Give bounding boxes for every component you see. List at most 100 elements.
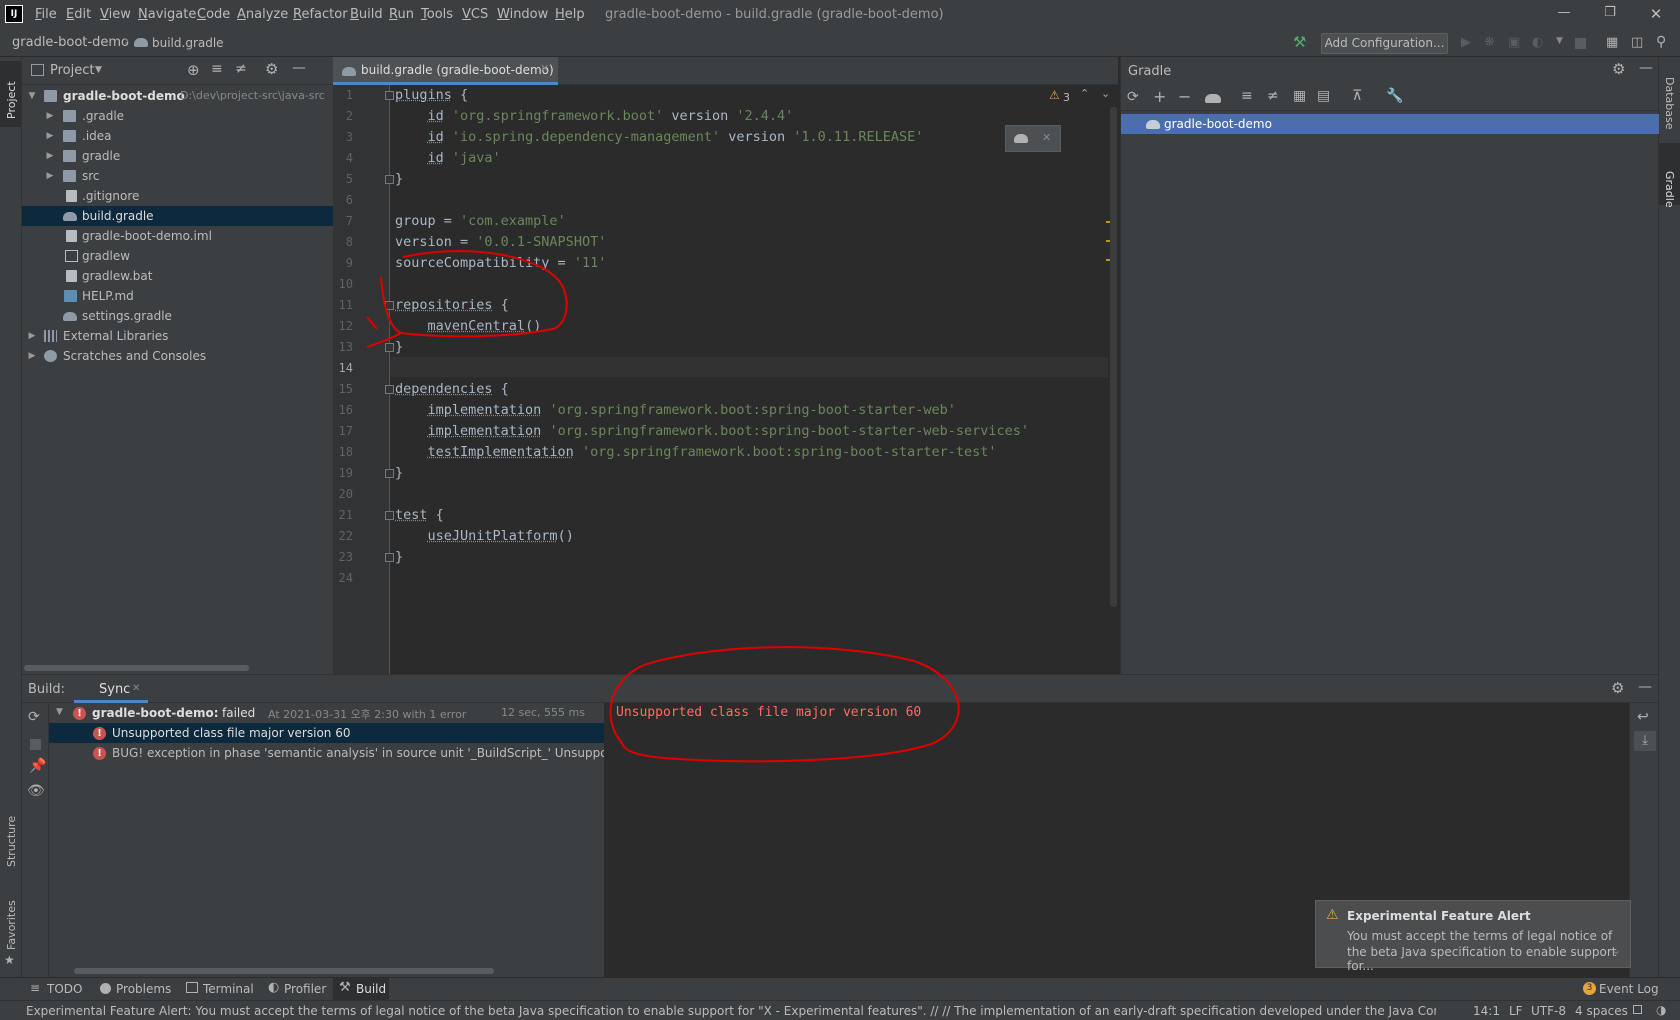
tree-external-libraries[interactable]: ▶ External Libraries (22, 326, 333, 346)
tree-item[interactable]: settings.gradle (22, 306, 333, 326)
structure-tool-label[interactable]: Structure (5, 816, 18, 867)
tree-root[interactable]: ▼ gradle-boot-demo D:\dev\project-src\ja… (22, 86, 333, 106)
offline-mode-icon[interactable]: ⊼ (1352, 88, 1362, 104)
line-separator[interactable]: LF (1509, 1004, 1523, 1018)
show-dependencies-icon[interactable]: ▤ (1317, 88, 1330, 104)
build-settings-wrench-icon[interactable]: 🔧 (1386, 88, 1403, 104)
minimize-icon[interactable]: — (1554, 5, 1574, 25)
notification-balloon[interactable]: ⚠ Experimental Feature Alert You must ac… (1315, 900, 1631, 973)
database-tool-label[interactable]: Database (1663, 77, 1676, 130)
profile-icon[interactable]: ◐ (1532, 35, 1543, 50)
tree-item[interactable]: gradle-boot-demo.iml (22, 226, 333, 246)
project-tool-label[interactable]: Project (5, 81, 18, 119)
menu-vcs[interactable]: VCS (462, 7, 488, 22)
build-error-row-selected[interactable]: ! Unsupported class file major version 6… (49, 723, 604, 743)
favorites-star-icon[interactable]: ★ (4, 953, 15, 967)
close-window-icon[interactable]: ✕ (1646, 5, 1666, 25)
build-hammer-icon[interactable]: ⚒ (1293, 33, 1306, 51)
collapse-all-icon[interactable]: ≠ (235, 61, 247, 77)
tree-item[interactable]: .gitignore (22, 186, 333, 206)
menu-view[interactable]: View (100, 7, 131, 22)
build-root-row[interactable]: ▼ ! gradle-boot-demo: failed At 2021-03-… (49, 703, 604, 723)
menu-refactor[interactable]: Refactor (293, 7, 348, 22)
breadcrumb-file[interactable]: build.gradle (152, 36, 224, 50)
chevron-down-icon[interactable]: ▼ (95, 65, 102, 75)
gear-icon[interactable]: ⚙ (265, 60, 278, 78)
breadcrumb-project[interactable]: gradle-boot-demo (12, 35, 129, 50)
menu-file[interactable]: File (35, 7, 57, 22)
locate-icon[interactable]: ⊕ (187, 61, 200, 79)
build-error-row[interactable]: ! BUG! exception in phase 'semantic anal… (49, 743, 604, 763)
search-icon[interactable]: ⚲ (1656, 34, 1666, 50)
tree-item[interactable]: gradlew.bat (22, 266, 333, 286)
debug-icon[interactable]: ❋ (1484, 35, 1495, 50)
lock-icon[interactable] (1633, 1005, 1642, 1014)
menu-code[interactable]: Code (197, 7, 230, 22)
collapsed-arrow-icon[interactable]: ▶ (44, 166, 56, 186)
coverage-icon[interactable]: ▣ (1508, 35, 1520, 50)
collapsed-arrow-icon[interactable]: ▶ (26, 326, 38, 346)
project-structure-icon[interactable]: ▦ (1606, 35, 1618, 50)
expanded-arrow-icon[interactable]: ▼ (26, 86, 38, 106)
group-modules-icon[interactable]: ▦ (1293, 88, 1306, 104)
caret-position[interactable]: 14:1 (1473, 1004, 1500, 1018)
app-logo[interactable]: IJ (5, 5, 23, 23)
tree-item[interactable]: HELP.md (22, 286, 333, 306)
run-icon[interactable]: ▶ (1461, 35, 1471, 50)
hide-panel-icon[interactable]: — (292, 60, 306, 76)
more-run-chevron-icon[interactable]: ▼ (1556, 36, 1563, 46)
tree-item[interactable]: ▶ .idea (22, 126, 333, 146)
favorites-tool-label[interactable]: Favorites (5, 900, 18, 950)
tab-build[interactable]: ⚒ Build (333, 978, 389, 1000)
reload-icon[interactable]: ⟳ (1127, 89, 1139, 105)
gradle-project-row[interactable]: gradle-boot-demo (1121, 114, 1659, 134)
tab-sync[interactable]: Sync ✕ (74, 675, 148, 703)
gear-icon[interactable]: ⚙ (1611, 679, 1624, 697)
tree-scratches[interactable]: ▶ Scratches and Consoles (22, 346, 333, 366)
collapsed-arrow-icon[interactable]: ▶ (26, 346, 38, 366)
menu-navigate[interactable]: Navigate (138, 7, 196, 22)
menu-run[interactable]: Run (389, 7, 414, 22)
eye-icon[interactable]: 👁 (27, 783, 45, 799)
tree-item[interactable]: ▶ gradle (22, 146, 333, 166)
restore-icon[interactable]: ❐ (1600, 5, 1620, 25)
tree-item[interactable]: ▶ src (22, 166, 333, 186)
menu-help[interactable]: Help (555, 7, 585, 22)
rerun-sync-icon[interactable]: ⟳ (28, 709, 40, 725)
scroll-to-end-icon[interactable]: ⤓ (1634, 731, 1656, 751)
collapsed-arrow-icon[interactable]: ▶ (44, 146, 56, 166)
project-view-selector[interactable]: Project (50, 63, 94, 78)
pin-icon[interactable]: 📌 (29, 758, 46, 774)
stop-icon[interactable] (30, 739, 41, 750)
expand-notification-icon[interactable]: ⌄ (1611, 943, 1621, 957)
expand-all-icon[interactable]: ≡ (1241, 88, 1253, 104)
add-configuration-button[interactable]: Add Configuration... (1321, 33, 1448, 54)
menu-tools[interactable]: Tools (421, 7, 453, 22)
menu-analyze[interactable]: Analyze (237, 7, 288, 22)
execute-task-icon[interactable] (1205, 94, 1221, 103)
hide-panel-icon[interactable]: — (1638, 679, 1652, 695)
horizontal-scrollbar[interactable] (24, 665, 249, 671)
menu-window[interactable]: Window (497, 7, 548, 22)
add-icon[interactable]: + (1153, 87, 1166, 106)
event-log-button[interactable]: 3 Event Log (1583, 978, 1673, 1000)
memory-indicator-icon[interactable]: ◑ (1656, 1003, 1666, 1017)
horizontal-scrollbar[interactable] (74, 968, 494, 974)
file-encoding[interactable]: UTF-8 (1531, 1004, 1566, 1018)
tree-item[interactable]: ▶ .gradle (22, 106, 333, 126)
hide-panel-icon[interactable]: — (1639, 60, 1653, 76)
close-tab-icon[interactable]: ✕ (132, 683, 140, 694)
stop-icon[interactable] (1575, 38, 1586, 49)
collapsed-arrow-icon[interactable]: ▶ (44, 106, 56, 126)
soft-wrap-icon[interactable]: ↩ (1637, 709, 1649, 725)
remove-icon[interactable]: − (1178, 87, 1191, 106)
tree-item-selected[interactable]: build.gradle (22, 206, 333, 226)
menu-edit[interactable]: Edit (66, 7, 91, 22)
expanded-arrow-icon[interactable]: ▼ (56, 707, 63, 717)
collapsed-arrow-icon[interactable]: ▶ (44, 126, 56, 146)
menu-build[interactable]: Build (350, 7, 383, 22)
gear-icon[interactable]: ⚙ (1612, 60, 1625, 78)
terminal-toolbar-icon[interactable]: ◫ (1631, 35, 1643, 50)
expand-all-icon[interactable]: ≡ (211, 61, 223, 77)
status-message[interactable]: Experimental Feature Alert: You must acc… (26, 1004, 1436, 1018)
